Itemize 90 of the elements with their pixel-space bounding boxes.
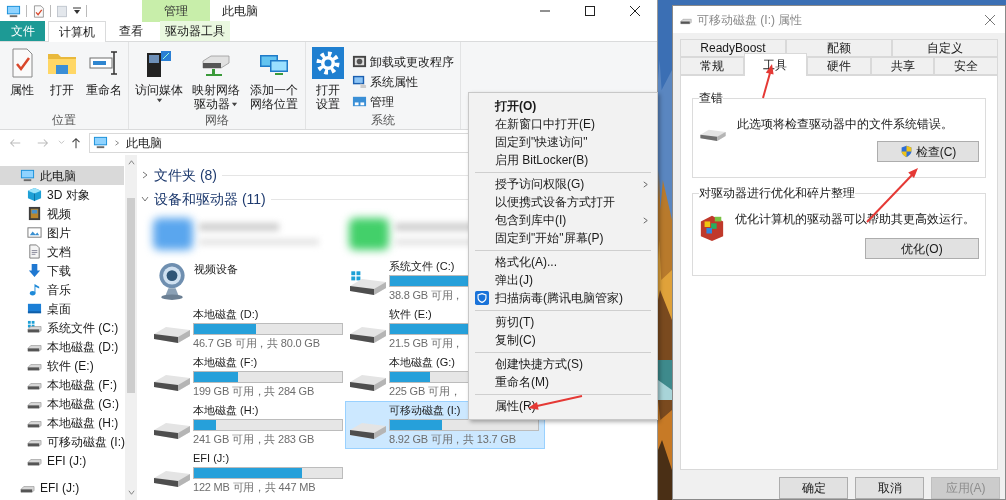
dialog-tab[interactable]: 安全 — [934, 57, 998, 75]
dialog-tab[interactable]: 硬件 — [807, 57, 871, 75]
drive-name: 本地磁盘 (H:) — [193, 403, 259, 418]
menu-item[interactable]: 扫描病毒(腾讯电脑管家) — [469, 289, 657, 307]
sidebar-item[interactable]: 本地磁盘 (G:) — [0, 394, 124, 413]
sidebar-item[interactable]: 本地磁盘 (F:) — [0, 375, 124, 394]
drive-space: 241 GB 可用，共 283 GB — [193, 432, 315, 447]
ribbon-button[interactable]: 属性 — [4, 47, 40, 111]
menu-item[interactable]: 打开(O) — [469, 97, 657, 115]
sidebar-item[interactable]: 软件 (E:) — [0, 356, 124, 375]
menu-item[interactable]: 包含到库中(I) — [469, 211, 657, 229]
menu-item[interactable]: 授予访问权限(G) — [469, 175, 657, 193]
group-description: 此选项将检查驱动器中的文件系统错误。 — [737, 116, 953, 133]
drive-space: 199 GB 可用，共 284 GB — [193, 384, 315, 399]
ribbon-group-label: 网络 — [205, 112, 229, 129]
sidebar-item[interactable]: 可移动磁盘 (I:) — [0, 432, 124, 451]
sidebar-item[interactable]: 系统文件 (C:) — [0, 318, 124, 337]
drive-name: EFI (J:) — [193, 451, 230, 466]
group-title: 查错 — [699, 90, 723, 107]
action-button[interactable]: 优化(O) — [865, 238, 979, 259]
ribbon-button[interactable]: 卸载或更改程序 — [350, 53, 456, 70]
ribbon-button[interactable]: 重命名 — [84, 47, 124, 111]
section-header[interactable]: 设备和驱动器 (11) — [154, 188, 266, 210]
window-title: 此电脑 — [222, 4, 258, 18]
ribbon-button[interactable]: 访问媒体 — [133, 47, 185, 111]
sidebar-item[interactable]: 桌面 — [0, 299, 124, 318]
action-button[interactable]: 检查(C) — [877, 141, 979, 162]
menu-item[interactable]: 重命名(M) — [469, 373, 657, 391]
drive-space: 21.5 GB 可用， — [389, 336, 464, 351]
sidebar-item[interactable]: 视频 — [0, 204, 124, 223]
sidebar-item[interactable]: 下载 — [0, 261, 124, 280]
menu-item[interactable]: 剪切(T) — [469, 313, 657, 331]
dialog-tab[interactable]: 共享 — [870, 57, 935, 75]
sidebar-item[interactable]: 3D 对象 — [0, 185, 124, 204]
drive-item[interactable]: 本地磁盘 (F:) 199 GB 可用，共 284 GB — [149, 353, 345, 401]
menu-item[interactable]: 复制(C) — [469, 331, 657, 349]
ribbon-button[interactable]: 添加一个网络位置 — [247, 47, 301, 111]
ribbon-group-label: 位置 — [52, 112, 76, 129]
drive-name: 软件 (E:) — [389, 307, 432, 322]
ribbon-button[interactable]: 打开设置 — [310, 47, 346, 111]
drive-name: 本地磁盘 (G:) — [389, 355, 455, 370]
ribbon-group-label: 系统 — [371, 112, 395, 129]
device-name: 视频设备 — [194, 263, 238, 275]
menu-item[interactable]: 格式化(A)... — [469, 253, 657, 271]
sidebar-item[interactable]: 图片 — [0, 223, 124, 242]
menu-item[interactable]: 固定到"快速访问" — [469, 133, 657, 151]
dialog-tab[interactable]: 配额 — [786, 39, 892, 57]
dialog-tab[interactable]: 自定义 — [892, 39, 998, 57]
drive-item[interactable]: 本地磁盘 (H:) 241 GB 可用，共 283 GB — [149, 401, 345, 449]
drive-space: 122 MB 可用，共 447 MB — [193, 480, 316, 495]
ribbon-button[interactable]: 映射网络驱动器 — [189, 47, 243, 111]
ribbon-button[interactable]: 管理 — [350, 93, 456, 110]
drive-space: 225 GB 可用， — [389, 384, 461, 399]
sidebar-item[interactable]: EFI (J:) — [0, 451, 124, 470]
menu-item[interactable]: 创建快捷方式(S) — [469, 355, 657, 373]
ribbon-tab[interactable]: 驱动器工具 — [160, 21, 230, 41]
drive-item[interactable]: 视频设备 — [149, 257, 345, 305]
menu-item[interactable]: 启用 BitLocker(B) — [469, 151, 657, 169]
ribbon-tab[interactable]: 计算机 — [48, 21, 106, 42]
menu-item[interactable]: 以便携式设备方式打开 — [469, 193, 657, 211]
drive-space: 38.8 GB 可用， — [389, 288, 464, 303]
ribbon-button[interactable]: 系统属性 — [350, 73, 456, 90]
drive-space: 8.92 GB 可用，共 13.7 GB — [389, 432, 516, 447]
menu-item[interactable]: 弹出(J) — [469, 271, 657, 289]
dialog-tab[interactable]: ReadyBoost — [680, 39, 786, 57]
drive-name: 本地磁盘 (F:) — [193, 355, 258, 370]
ribbon-button[interactable]: 打开 — [44, 47, 80, 111]
address-bar[interactable]: 此电脑 — [89, 132, 469, 153]
section-header[interactable]: 文件夹 (8) — [154, 164, 217, 186]
dialog-tab[interactable]: 常规 — [680, 57, 744, 75]
drive-item[interactable]: 本地磁盘 (D:) 46.7 GB 可用，共 80.0 GB — [149, 305, 345, 353]
menu-item[interactable]: 在新窗口中打开(E) — [469, 115, 657, 133]
drive-name: 可移动磁盘 (I:) — [389, 403, 461, 418]
sidebar-item[interactable]: 此电脑 — [0, 166, 124, 185]
sidebar-item[interactable]: 本地磁盘 (D:) — [0, 337, 124, 356]
drive-name: 系统文件 (C:) — [389, 259, 455, 274]
context-tab-group-label: 管理 — [164, 3, 188, 20]
ribbon-tab[interactable]: 查看 — [109, 21, 153, 41]
drive-item[interactable]: EFI (J:) 122 MB 可用，共 447 MB — [149, 449, 345, 497]
menu-item[interactable]: 固定到"开始"屏幕(P) — [469, 229, 657, 247]
sidebar-item[interactable]: EFI (J:) — [0, 478, 124, 497]
dialog-button[interactable]: 确定 — [779, 477, 848, 499]
sidebar-item[interactable]: 本地磁盘 (H:) — [0, 413, 124, 432]
group-title: 对驱动器进行优化和碎片整理 — [699, 185, 855, 202]
sidebar-item[interactable]: 文档 — [0, 242, 124, 261]
drive-space: 46.7 GB 可用，共 80.0 GB — [193, 336, 320, 351]
dialog-title: 可移动磁盘 (I:) 属性 — [697, 11, 804, 29]
dialog-button[interactable]: 取消 — [855, 477, 924, 499]
sidebar-item[interactable]: 音乐 — [0, 280, 124, 299]
drive-name: 本地磁盘 (D:) — [193, 307, 259, 322]
